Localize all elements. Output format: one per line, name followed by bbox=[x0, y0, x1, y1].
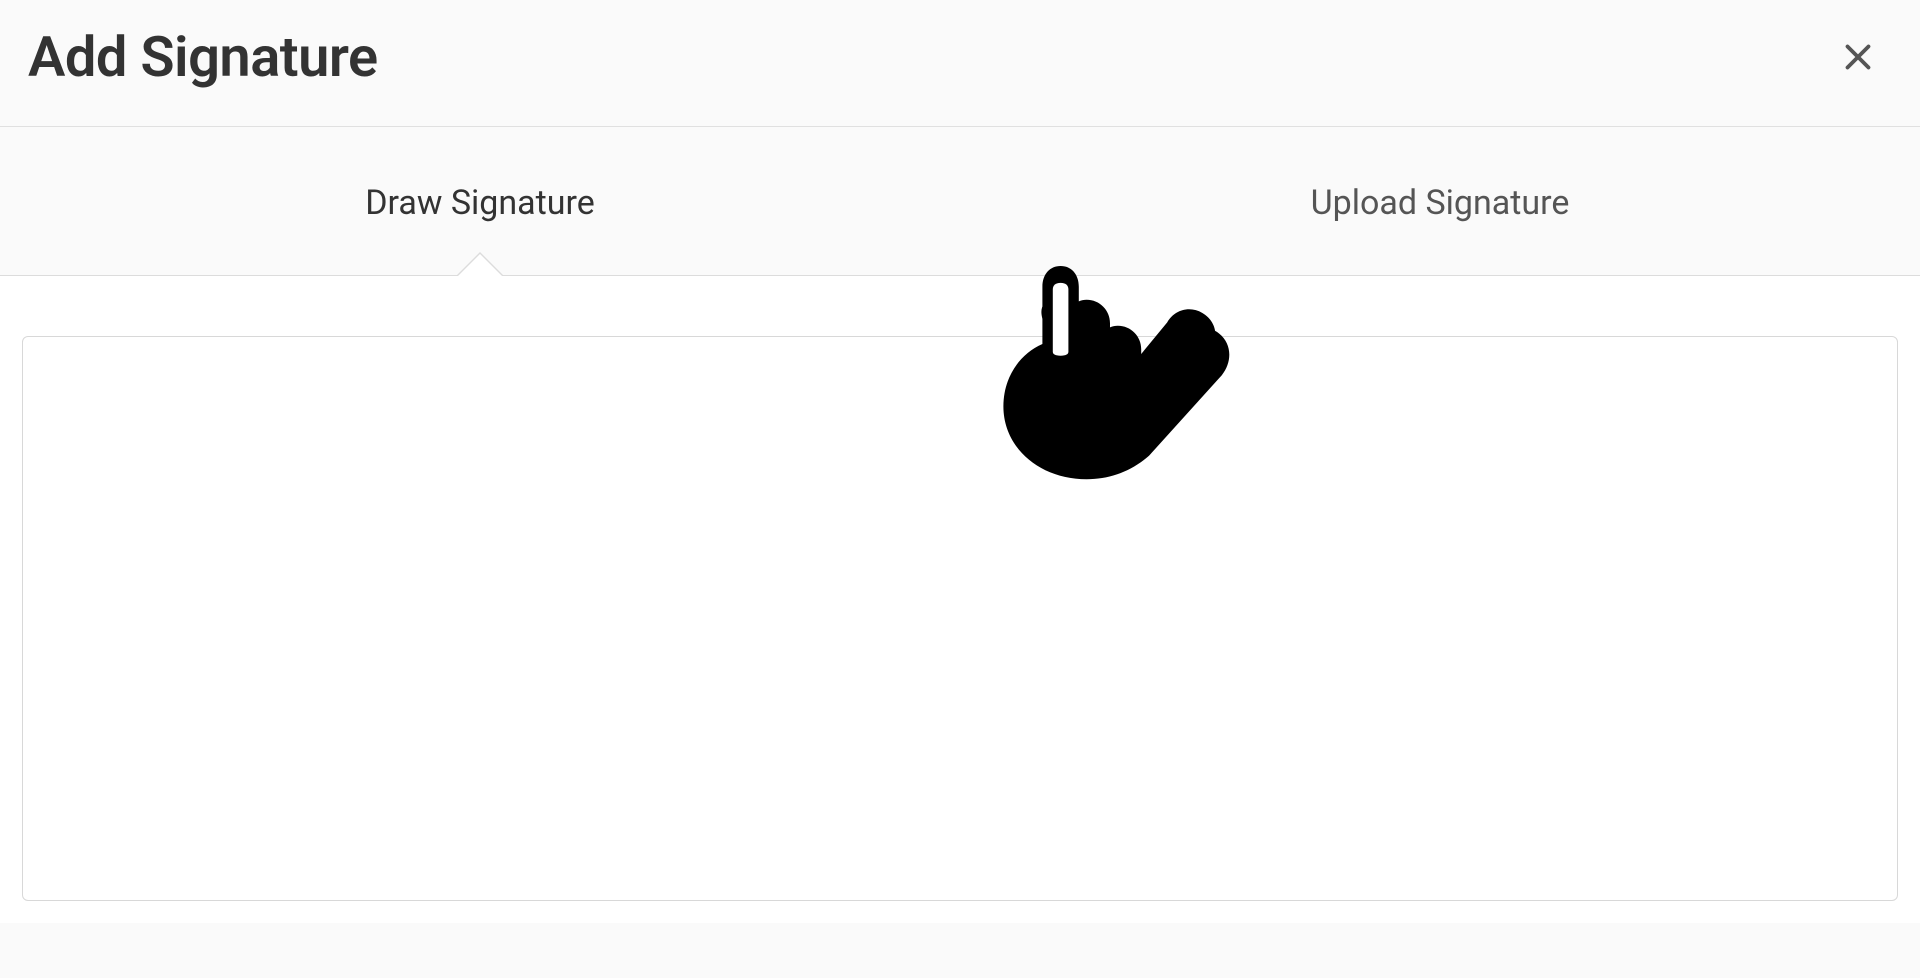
signature-draw-canvas[interactable] bbox=[22, 336, 1898, 901]
tab-draw-signature[interactable]: Draw Signature bbox=[0, 127, 960, 275]
tab-draw-label: Draw Signature bbox=[365, 183, 595, 223]
close-icon bbox=[1840, 39, 1876, 75]
modal-header: Add Signature bbox=[0, 0, 1920, 127]
signature-content-area bbox=[0, 276, 1920, 923]
add-signature-modal: Add Signature Draw Signature Upload Sign… bbox=[0, 0, 1920, 978]
tabs-container: Draw Signature Upload Signature bbox=[0, 127, 1920, 276]
close-button[interactable] bbox=[1832, 31, 1884, 83]
tab-upload-signature[interactable]: Upload Signature bbox=[960, 127, 1920, 275]
modal-title: Add Signature bbox=[28, 24, 378, 90]
tab-upload-label: Upload Signature bbox=[1311, 183, 1570, 223]
